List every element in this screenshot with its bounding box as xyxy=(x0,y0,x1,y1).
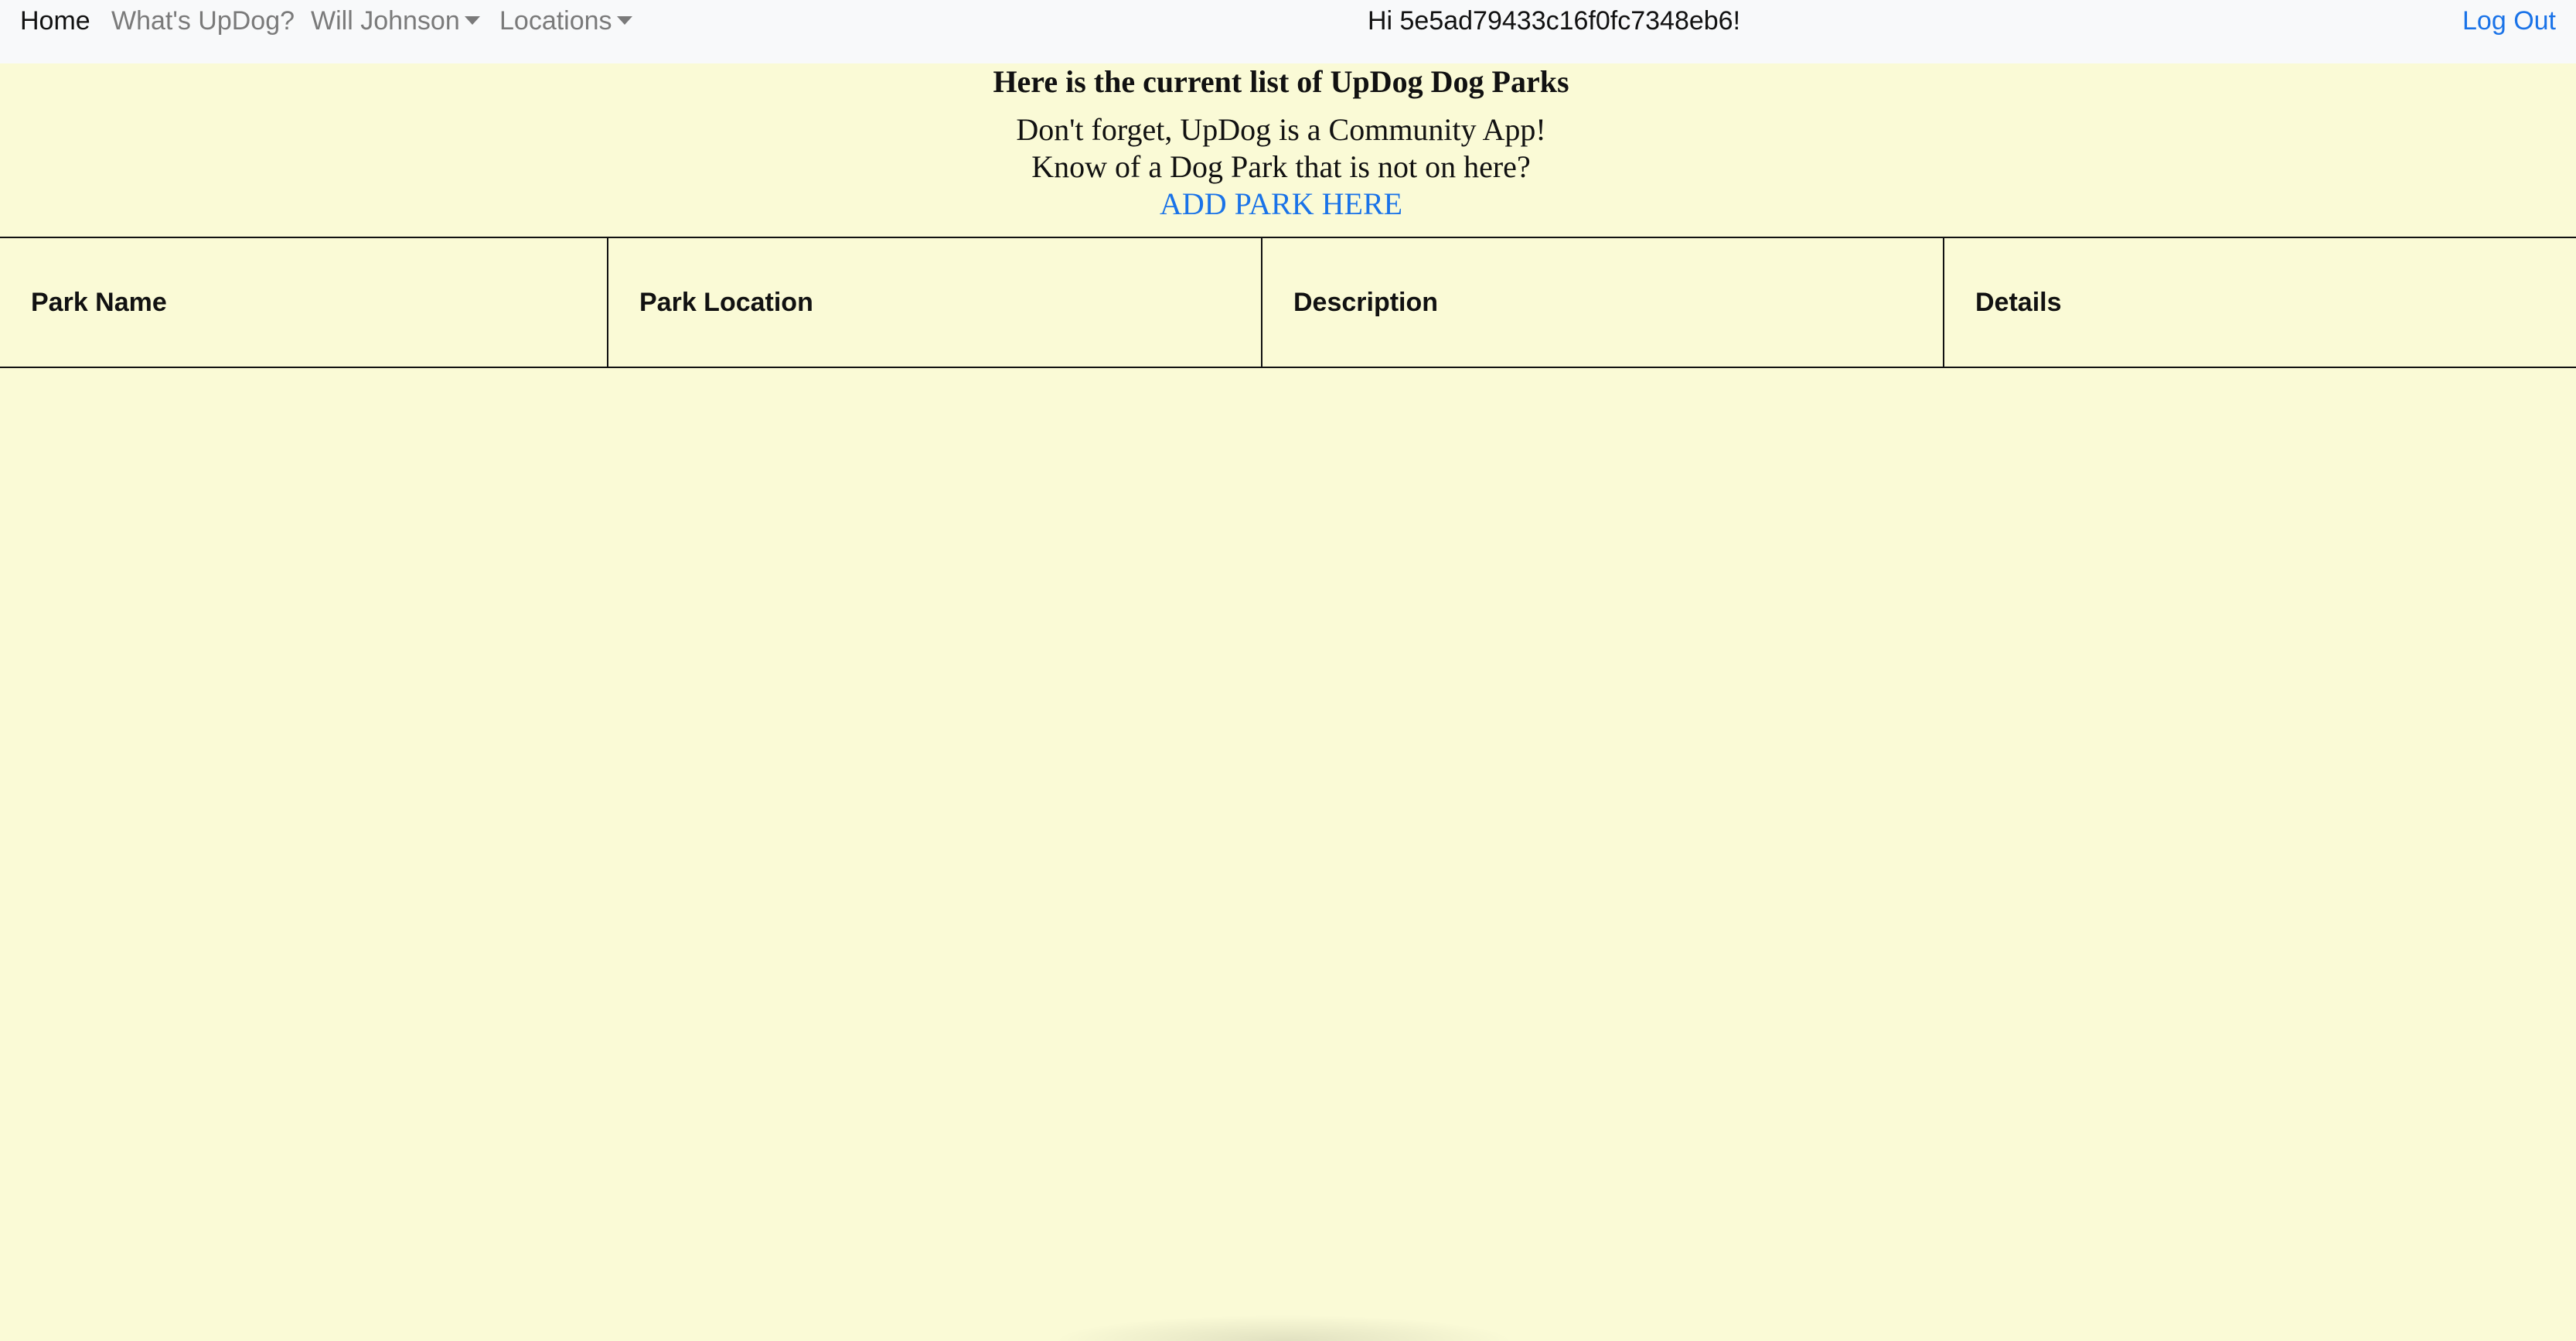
column-header-description: Description xyxy=(1261,237,1944,368)
intro-section: Here is the current list of UpDog Dog Pa… xyxy=(0,63,2562,223)
community-note: Don't forget, UpDog is a Community App! xyxy=(1016,112,1546,147)
bottom-shadow xyxy=(1051,1315,1515,1341)
add-park-link[interactable]: ADD PARK HERE xyxy=(1160,186,1402,223)
column-header-park-location: Park Location xyxy=(607,237,1262,368)
parks-table: Park Name Park Location Description Deta… xyxy=(0,237,2576,368)
logout-link[interactable]: Log Out xyxy=(2462,0,2556,42)
column-header-park-name: Park Name xyxy=(0,237,608,368)
missing-park-prompt: Know of a Dog Park that is not on here? xyxy=(1031,149,1531,184)
navbar: Home What's UpDog? Will Johnson Location… xyxy=(0,0,2576,63)
table-header-row: Park Name Park Location Description Deta… xyxy=(0,237,2576,368)
user-greeting: Hi 5e5ad79433c16f0fc7348eb6! xyxy=(1367,6,1741,36)
page-title: Here is the current list of UpDog Dog Pa… xyxy=(993,64,1569,99)
column-header-details: Details xyxy=(1943,237,2576,368)
